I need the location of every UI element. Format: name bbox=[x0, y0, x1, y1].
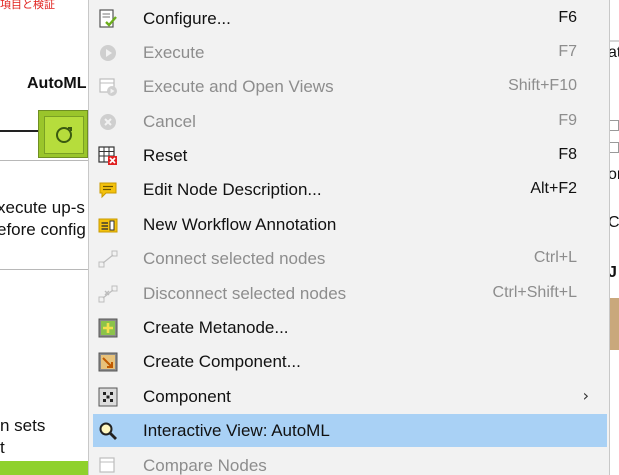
menu-item-label: Create Metanode... bbox=[143, 318, 289, 337]
configure-icon bbox=[98, 9, 118, 29]
menu-item-interactive-view[interactable]: Interactive View: AutoML bbox=[93, 414, 607, 447]
annotation-icon bbox=[98, 215, 118, 235]
green-node-bar bbox=[0, 461, 90, 475]
menu-item-execute-open-views[interactable]: Execute and Open Views Shift+F10 bbox=[93, 70, 607, 103]
menu-item-edit-node-description[interactable]: Edit Node Description... Alt+F2 bbox=[93, 173, 607, 206]
automl-node[interactable] bbox=[38, 110, 88, 158]
menu-item-label: Disconnect selected nodes bbox=[143, 284, 347, 303]
node-title: AutoML bbox=[27, 75, 87, 92]
edit-description-icon bbox=[98, 180, 118, 200]
annotation-line-1: xecute up-s bbox=[0, 198, 85, 217]
menu-item-label: Component bbox=[143, 387, 231, 406]
menu-item-label: Compare Nodes bbox=[143, 456, 267, 475]
submenu-arrow-icon: › bbox=[582, 386, 589, 405]
menu-item-cancel[interactable]: Cancel F9 bbox=[93, 105, 607, 138]
menu-item-shortcut: Shift+F10 bbox=[508, 77, 577, 94]
menu-item-shortcut: Ctrl+Shift+L bbox=[492, 284, 577, 301]
menu-item-label: New Workflow Annotation bbox=[143, 215, 337, 234]
execute-icon bbox=[98, 43, 118, 63]
canvas-note-text: 項目と検証 bbox=[0, 0, 55, 11]
menu-item-shortcut: F6 bbox=[558, 9, 577, 26]
menu-item-shortcut: Alt+F2 bbox=[530, 180, 577, 197]
menu-item-label: Reset bbox=[143, 146, 188, 165]
canvas-text-line-1: n sets bbox=[0, 416, 46, 435]
annotation-line-2: efore config bbox=[0, 220, 86, 239]
menu-item-label: Cancel bbox=[143, 112, 196, 131]
menu-item-reset[interactable]: Reset F8 bbox=[93, 139, 607, 172]
node-context-menu: Configure... F6 Execute F7 Execute and O… bbox=[88, 0, 610, 475]
menu-item-label: Edit Node Description... bbox=[143, 180, 322, 199]
menu-item-configure[interactable]: Configure... F6 bbox=[93, 2, 607, 35]
menu-item-disconnect-selected-nodes[interactable]: Disconnect selected nodes Ctrl+Shift+L bbox=[93, 277, 607, 310]
menu-item-shortcut: F7 bbox=[558, 43, 577, 60]
menu-item-new-workflow-annotation[interactable]: New Workflow Annotation bbox=[93, 208, 607, 241]
node-refresh-icon bbox=[44, 116, 84, 154]
compare-nodes-icon bbox=[98, 456, 118, 475]
disconnect-nodes-icon bbox=[98, 284, 118, 304]
menu-item-label: Connect selected nodes bbox=[143, 249, 326, 268]
menu-item-shortcut: F8 bbox=[558, 146, 577, 163]
menu-item-label: Create Component... bbox=[143, 352, 301, 371]
menu-item-shortcut: F9 bbox=[558, 112, 577, 129]
component-icon bbox=[98, 387, 118, 407]
menu-item-connect-selected-nodes[interactable]: Connect selected nodes Ctrl+L bbox=[93, 242, 607, 275]
menu-item-compare-nodes[interactable]: Compare Nodes bbox=[93, 449, 607, 475]
menu-item-label: Configure... bbox=[143, 9, 231, 28]
cancel-icon bbox=[98, 112, 118, 132]
menu-item-label: Execute bbox=[143, 43, 205, 62]
canvas-text-line-2: t bbox=[0, 438, 5, 457]
menu-item-label: Execute and Open Views bbox=[143, 77, 334, 96]
connect-nodes-icon bbox=[98, 249, 118, 269]
menu-item-create-metanode[interactable]: Create Metanode... bbox=[93, 311, 607, 344]
reset-icon bbox=[98, 146, 118, 166]
menu-item-create-component[interactable]: Create Component... bbox=[93, 345, 607, 378]
execute-open-views-icon bbox=[98, 77, 118, 97]
component-create-icon bbox=[98, 352, 118, 372]
menu-item-label: Interactive View: AutoML bbox=[143, 421, 330, 440]
menu-item-component[interactable]: Component › bbox=[93, 380, 607, 413]
menu-item-shortcut: Ctrl+L bbox=[533, 249, 577, 266]
metanode-icon bbox=[98, 318, 118, 338]
magnifier-icon bbox=[98, 421, 118, 441]
menu-item-execute[interactable]: Execute F7 bbox=[93, 36, 607, 69]
connection-line bbox=[0, 130, 40, 132]
